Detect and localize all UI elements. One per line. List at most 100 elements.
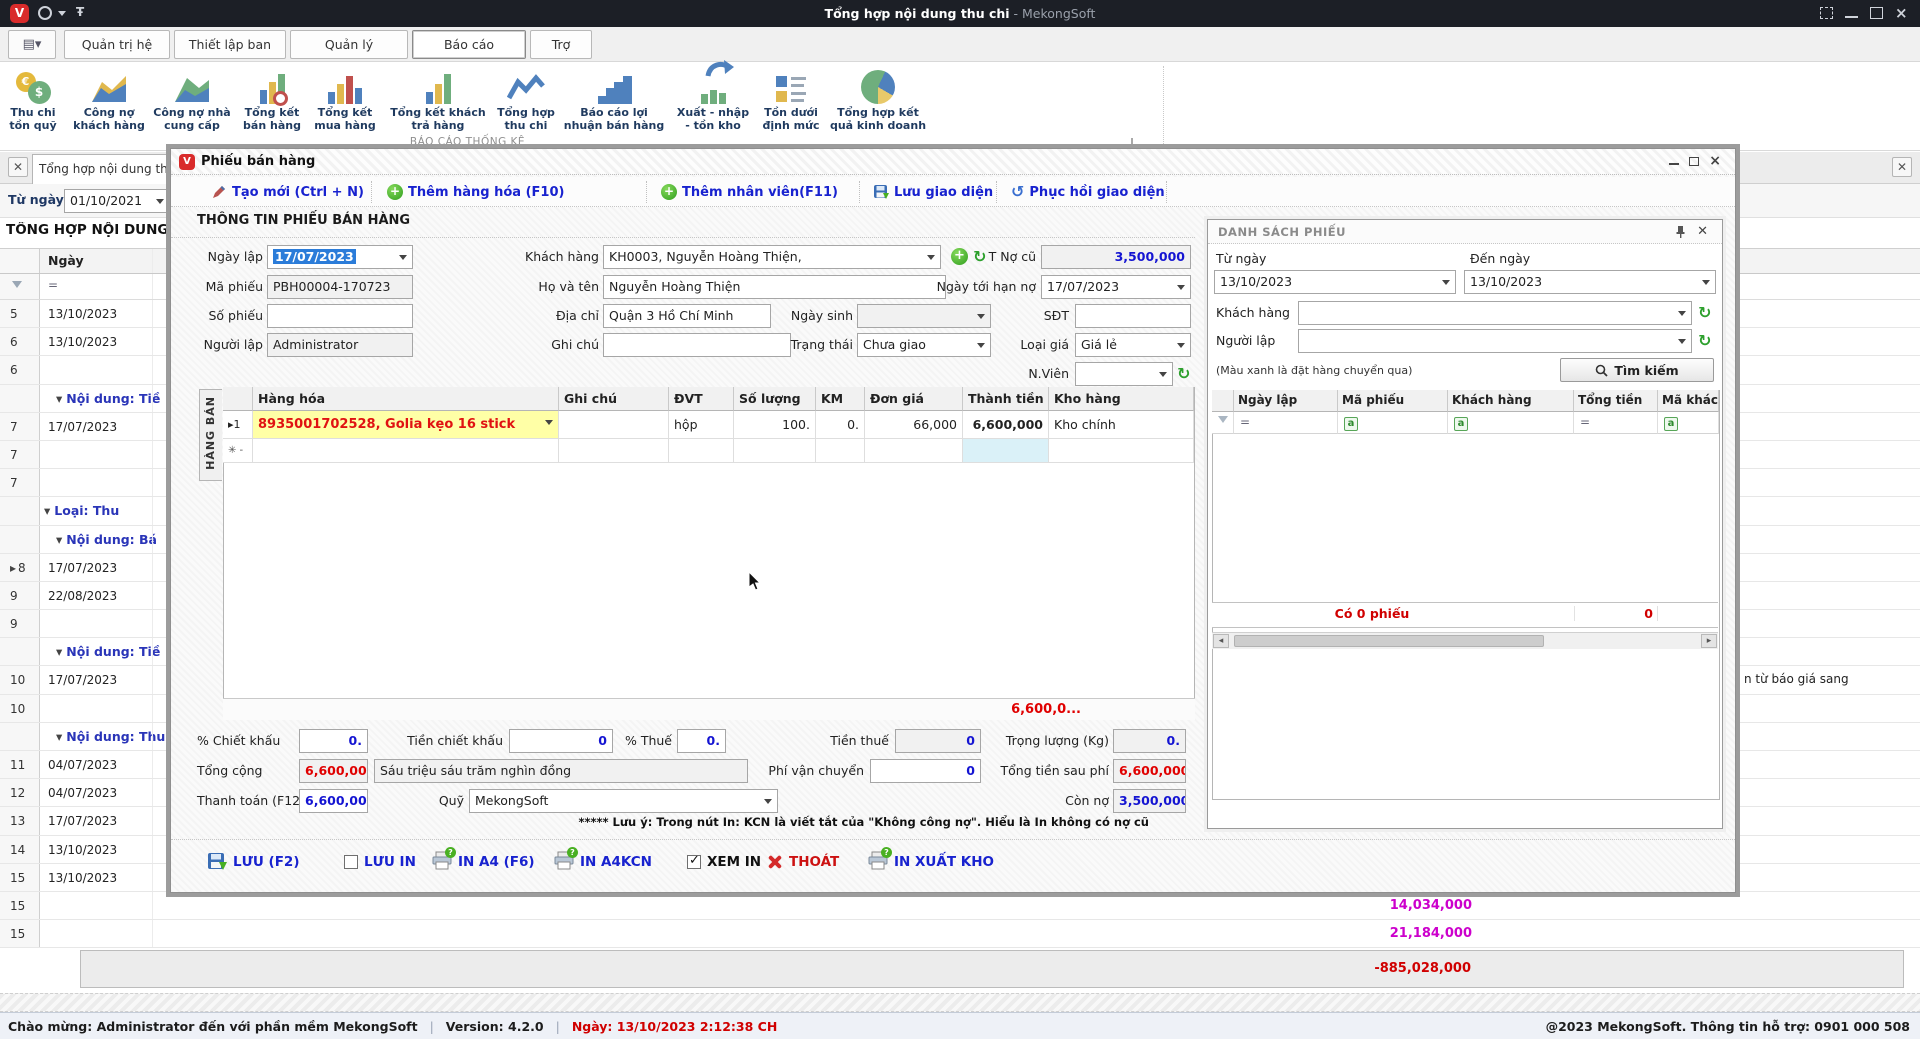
dialog-minimize-icon[interactable] (1669, 157, 1679, 165)
save-button[interactable]: LƯU (F2) (207, 847, 300, 877)
panel-column-ma-khach[interactable]: Mã khách (1658, 390, 1719, 412)
ribbon-button-ton-duoi-dinh-muc[interactable]: Tồn dướiđịnh mức (758, 64, 824, 138)
column-header-dvt[interactable]: ĐVT (669, 387, 734, 411)
dialog-maximize-icon[interactable] (1689, 157, 1699, 166)
panel-horizontal-scrollbar[interactable]: ◂ ▸ (1212, 632, 1718, 649)
panel-header[interactable]: DANH SÁCH PHIẾU ✕ (1208, 220, 1722, 244)
group-row-label[interactable]: ▾Nội dung: Thu (56, 723, 165, 751)
close-strip-icon[interactable]: ✕ (1892, 157, 1912, 177)
panel-refresh-customer-icon[interactable]: ↻ (1698, 304, 1711, 321)
print-warehouse-button[interactable]: ? IN XUẤT KHO (868, 847, 994, 877)
panel-close-icon[interactable]: ✕ (1697, 224, 1708, 239)
column-header-ngay[interactable]: Ngày (48, 253, 84, 268)
new-row-cell[interactable] (865, 439, 963, 463)
checkbox-icon[interactable] (344, 855, 358, 869)
ribbon-button-cong-no-khach-hang[interactable]: Công nợkhách hàng (70, 64, 148, 138)
group-row-label[interactable]: ▾Nội dung: Tiề (56, 638, 160, 666)
ribbon-button-cong-no-nha-cung-cap[interactable]: Công nợ nhàcung cấp (148, 64, 236, 138)
panel-filter-ma-phieu[interactable]: a (1338, 412, 1448, 434)
thue-pct-field[interactable]: 0. (677, 729, 726, 753)
panel-filter-tong-tien[interactable]: = (1574, 412, 1658, 434)
print-a4-button[interactable]: ? IN A4 (F6) (432, 847, 535, 877)
panel-column-tong-tien[interactable]: Tổng tiền (1574, 390, 1658, 412)
scroll-left-icon[interactable]: ◂ (1213, 634, 1229, 648)
phi-van-chuyen-field[interactable]: 0 (870, 759, 981, 783)
sdt-field[interactable] (1075, 304, 1191, 328)
pin-icon[interactable] (1675, 225, 1686, 239)
column-header-km[interactable]: KM (816, 387, 865, 411)
ribbon-button-tong-ket-khach-tra-hang[interactable]: Tổng kết kháchtrả hàng (384, 64, 492, 138)
minimize-icon[interactable] (1845, 9, 1858, 18)
kho-hang-cell[interactable]: Kho chính (1049, 411, 1194, 439)
table-row[interactable]: 15 14,034,000 (0, 892, 1920, 920)
file-menu-button[interactable]: ▤▾ (8, 30, 56, 59)
group-row-label[interactable]: ▾Nội dung: Bá (56, 526, 157, 554)
panel-from-date-field[interactable]: 13/10/2023 (1214, 270, 1456, 294)
ribbon-button-tong-hop-thu-chi[interactable]: Tổng hợpthu chi (494, 64, 558, 138)
checkbox-checked-icon[interactable] (687, 855, 701, 869)
close-tab-icon[interactable]: ✕ (8, 157, 28, 177)
ribbon-button-tong-ket-ban-hang[interactable]: Tổng kếtbán hàng (238, 64, 306, 138)
ngay-toi-han-field[interactable]: 17/07/2023 (1041, 275, 1191, 299)
ribbon-button-bao-cao-loi-nhuan[interactable]: Báo cáo lợinhuận bán hàng (560, 64, 668, 138)
khach-hang-field[interactable]: KH0003, Nguyễn Hoàng Thiện, (603, 245, 941, 269)
background-from-date-field[interactable]: 01/10/2021 (64, 189, 170, 213)
group-row-label[interactable]: ▾Nội dung: Tiề (56, 385, 160, 413)
group-launcher-icon[interactable] (1125, 138, 1133, 146)
km-cell[interactable]: 0. (816, 411, 865, 439)
tab-bao-cao-thong-ke[interactable]: Báo cáo thống kê (412, 30, 526, 59)
ribbon-button-tong-ket-mua-hang[interactable]: Tổng kếtmua hàng (308, 64, 382, 138)
tab-thiet-lap-ban-dau[interactable]: Thiết lập ban đầu (174, 30, 286, 59)
filter-operator[interactable]: = (48, 278, 58, 292)
dialog-close-icon[interactable]: × (1709, 156, 1721, 166)
ribbon-button-tong-hop-ket-qua-kinh-doanh[interactable]: Tổng hợp kếtquả kinh doanh (826, 64, 930, 138)
panel-column-ma-phieu[interactable]: Mã phiếu (1338, 390, 1448, 412)
so-phieu-field[interactable] (267, 304, 413, 328)
so-luong-cell[interactable]: 100. (734, 411, 816, 439)
panel-column-ngay-lap[interactable]: Ngày lập (1234, 390, 1338, 412)
tab-hang-ban[interactable]: HÀNG BÁN (199, 389, 222, 481)
exit-button[interactable]: THOÁT (766, 847, 839, 877)
new-invoice-button[interactable]: Tạo mới (Ctrl + N) (211, 181, 364, 203)
scroll-right-icon[interactable]: ▸ (1701, 634, 1717, 648)
new-row-cell[interactable] (816, 439, 865, 463)
tien-chiet-khau-field[interactable]: 0 (509, 729, 613, 753)
restore-layout-button[interactable]: ↺ Phục hồi giao diện (1011, 181, 1165, 203)
maximize-icon[interactable] (1870, 7, 1883, 19)
product-cell[interactable]: 8935001702528, Golia kẹo 16 stick (253, 411, 559, 439)
column-header-hang-hoa[interactable]: Hàng hóa (253, 387, 559, 411)
ngay-lap-field[interactable]: 17/07/2023 (267, 245, 413, 269)
tab-tro-giup[interactable]: Trợ giúp (530, 30, 592, 59)
column-header-ghi-chu[interactable]: Ghi chú (559, 387, 669, 411)
dialog-titlebar[interactable]: V Phiếu bán hàng × (171, 149, 1735, 175)
quy-field[interactable]: MekongSoft (469, 789, 778, 813)
save-print-checkbox[interactable]: LƯU IN (344, 847, 416, 877)
dvt-cell[interactable]: hộp (669, 411, 734, 439)
panel-filter-ngay-lap[interactable]: = (1234, 412, 1338, 434)
new-row-cell[interactable] (669, 439, 734, 463)
ribbon-button-thu-chi-ton-quy[interactable]: € $ Thu chitồn quỹ (4, 64, 62, 138)
column-header-thanh-tien[interactable]: Thành tiền (963, 387, 1049, 411)
don-gia-cell[interactable]: 66,000 (865, 411, 963, 439)
scrollbar-thumb[interactable] (1234, 635, 1544, 647)
panel-refresh-creator-icon[interactable]: ↻ (1698, 332, 1711, 349)
panel-nguoi-lap-field[interactable] (1298, 329, 1692, 353)
new-row-product-cell[interactable] (253, 439, 559, 463)
column-header-kho-hang[interactable]: Kho hàng (1049, 387, 1194, 411)
nhan-vien-field[interactable] (1075, 362, 1173, 386)
refresh-staff-icon[interactable]: ↻ (1177, 365, 1190, 382)
column-header-don-gia[interactable]: Đơn giá (865, 387, 963, 411)
preview-checkbox[interactable]: XEM IN (687, 847, 761, 877)
ho-ten-field[interactable]: Nguyễn Hoàng Thiện (603, 275, 946, 299)
new-row-cell[interactable] (1049, 439, 1194, 463)
ribbon-button-xuat-nhap-ton-kho[interactable]: Xuất - nhập- tồn kho (670, 64, 756, 138)
new-row-cell[interactable] (734, 439, 816, 463)
search-button[interactable]: Tìm kiếm (1560, 358, 1714, 382)
column-header-so-luong[interactable]: Số lượng (734, 387, 816, 411)
ghi-chu-cell[interactable] (559, 411, 669, 439)
save-layout-button[interactable]: Lưu giao diện (873, 181, 993, 203)
panel-khach-hang-field[interactable] (1298, 301, 1692, 325)
add-product-button[interactable]: + Thêm hàng hóa (F10) (387, 181, 564, 203)
table-row[interactable]: 15 21,184,000 (0, 920, 1920, 948)
new-row-cell[interactable] (559, 439, 669, 463)
